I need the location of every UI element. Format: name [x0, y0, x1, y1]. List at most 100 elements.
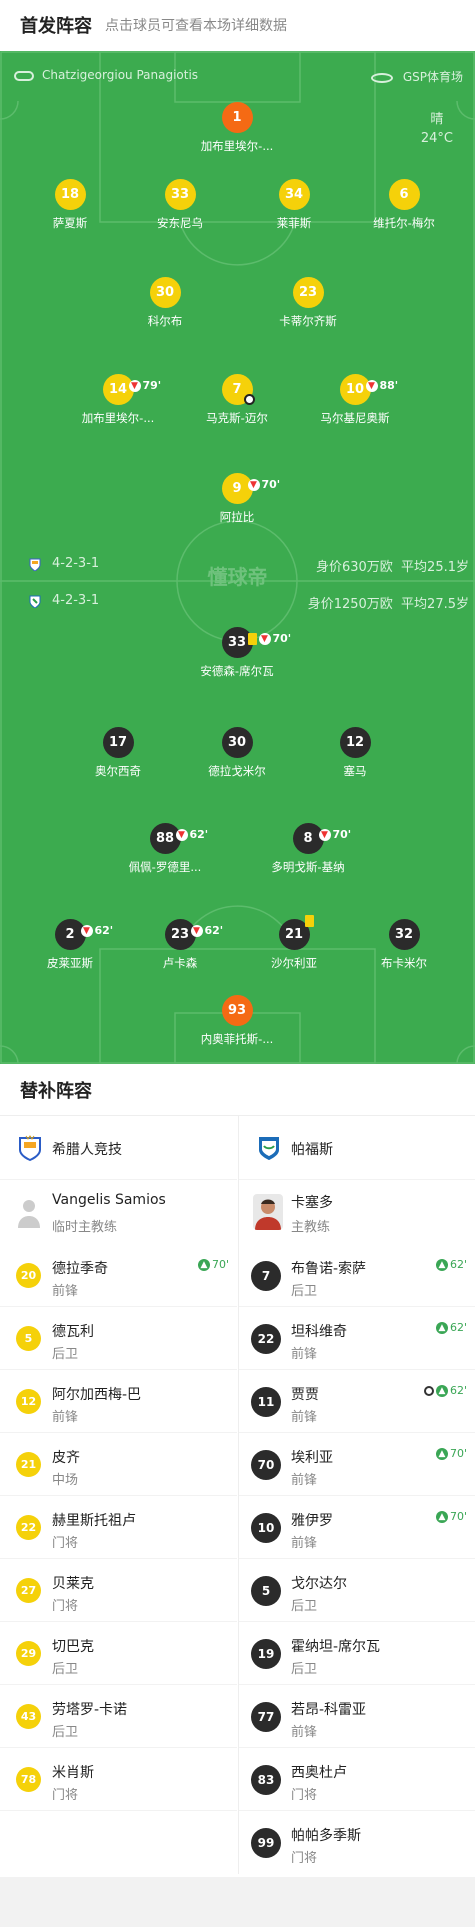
sub-player-row[interactable]: 99 帕帕多季斯 门将 [239, 1811, 475, 1874]
player-name: 马克斯-迈尔 [206, 411, 268, 425]
sub-out-event: ▼ 88' [365, 370, 398, 401]
player-number: 33 ▼ 70' [221, 627, 291, 658]
player-name: 安东尼乌 [157, 216, 203, 230]
sub-player-row[interactable]: 21 皮齐 中场 [0, 1433, 237, 1496]
away-team-badge-icon [28, 594, 42, 609]
sub-position: 前锋 [52, 1284, 79, 1299]
home-formation-text: 4-2-3-1 [52, 556, 100, 571]
sub-out-icon: ▼ [128, 379, 141, 392]
player-home-34[interactable]: 34 莱菲斯 [239, 179, 349, 231]
player-away-8[interactable]: 8 ▼ 70' 多明戈斯-基纳 [253, 823, 363, 875]
footer-spacer [0, 1877, 475, 1927]
player-number: 1 [221, 102, 253, 133]
player-name: 莱菲斯 [276, 216, 312, 230]
subs-title: 替补阵容 [20, 1081, 92, 1102]
player-number: 33 [164, 179, 196, 210]
sub-number: 21 [16, 1452, 41, 1477]
player-away-93[interactable]: 93 内奥菲托斯-... [182, 995, 292, 1047]
sub-player-row[interactable]: 19 霍纳坦-席尔瓦 后卫 [239, 1622, 475, 1685]
player-name: 安德森-席尔瓦 [200, 664, 274, 678]
sub-player-row[interactable]: 5 德瓦利 后卫 [0, 1307, 237, 1370]
player-number: 10 ▼ 88' [339, 374, 398, 405]
player-home-7[interactable]: 7 马克斯-迈尔 [182, 374, 292, 426]
sub-in-icon: ▲ [435, 1321, 448, 1334]
sub-name: 西奥杜卢 [291, 1765, 347, 1781]
player-number: 18 [54, 179, 86, 210]
sub-name: 赫里斯托祖卢 [52, 1513, 136, 1529]
sub-position: 前锋 [52, 1410, 79, 1425]
sub-name: 劳塔罗-卡诺 [52, 1702, 128, 1718]
sub-player-row[interactable]: 22 坦科维奇 前锋 ▲ 62' [239, 1307, 475, 1370]
sub-position: 门将 [52, 1788, 79, 1803]
sub-player-row[interactable]: 11 贾贾 前锋 ▲ 62' [239, 1370, 475, 1433]
player-away-30[interactable]: 30 德拉戈米尔 [182, 727, 292, 779]
sub-in-icon: ▲ [435, 1510, 448, 1523]
player-name: 德拉戈米尔 [208, 764, 266, 778]
player-away-12[interactable]: 12 塞马 [300, 727, 410, 779]
player-home-30[interactable]: 30 科尔布 [110, 277, 220, 329]
sub-name: 阿尔加西梅-巴 [52, 1387, 142, 1403]
sub-player-row[interactable]: 27 贝莱克 门将 [0, 1559, 237, 1622]
lineup-hint: 点击球员可查看本场详细数据 [105, 18, 287, 34]
player-home-18[interactable]: 18 萨夏斯 [15, 179, 125, 231]
sub-out-icon: ▼ [258, 632, 271, 645]
player-home-6[interactable]: 6 维托尔-梅尔 [349, 179, 459, 231]
player-home-23[interactable]: 23 卡蒂尔齐斯 [253, 277, 363, 329]
home-coach[interactable]: Vangelis Samios 临时主教练 [0, 1180, 237, 1244]
player-home-1[interactable]: 1 加布里埃尔-... [182, 102, 292, 154]
sub-name: 戈尔达尔 [291, 1576, 347, 1592]
pitch: Chatzigeorgiou Panagiotis GSP体育场 晴 24°C 懂… [0, 51, 475, 1064]
sub-name: 埃利亚 [291, 1450, 333, 1466]
sub-number: 5 [251, 1576, 281, 1606]
sub-player-row[interactable]: 22 赫里斯托祖卢 门将 [0, 1496, 237, 1559]
weather: 晴 24°C [421, 110, 453, 148]
sub-position: 门将 [52, 1599, 79, 1614]
player-home-33[interactable]: 33 安东尼乌 [125, 179, 235, 231]
sub-player-row[interactable]: 12 阿尔加西梅-巴 前锋 [0, 1370, 237, 1433]
player-name: 布卡米尔 [381, 956, 427, 970]
sub-number: 83 [251, 1765, 281, 1795]
player-away-23[interactable]: 23 ▼ 62' 卢卡森 [125, 919, 235, 971]
sub-name: 皮齐 [52, 1450, 80, 1466]
away-stats: 身价1250万欧 平均27.5岁 [308, 593, 469, 612]
sub-out-event: ▼ 79' [128, 370, 161, 401]
sub-player-row[interactable]: 78 米肖斯 门将 [0, 1748, 237, 1811]
player-away-88[interactable]: 88 ▼ 62' 佩佩-罗德里... [110, 823, 220, 875]
sub-name: 德拉季奇 [52, 1261, 108, 1277]
whistle-icon [14, 70, 34, 81]
sub-out-icon: ▼ [318, 828, 331, 841]
sub-in-event: ▲ 70' [435, 1510, 467, 1523]
player-home-14[interactable]: 14 ▼ 79' 加布里埃尔-... [63, 374, 173, 426]
sub-position: 前锋 [291, 1410, 318, 1425]
sub-name: 霍纳坦-席尔瓦 [291, 1639, 381, 1655]
sub-player-row[interactable]: 70 埃利亚 前锋 ▲ 70' [239, 1433, 475, 1496]
sub-player-row[interactable]: 10 雅伊罗 前锋 ▲ 70' [239, 1496, 475, 1559]
player-away-21[interactable]: 21 沙尔利亚 [239, 915, 349, 971]
sub-position: 后卫 [52, 1725, 79, 1740]
sub-player-row[interactable]: 7 布鲁诺-索萨 后卫 ▲ 62' [239, 1244, 475, 1307]
player-away-2[interactable]: 2 ▼ 62' 皮莱亚斯 [15, 919, 125, 971]
sub-in-icon: ▲ [435, 1258, 448, 1271]
home-team-row[interactable]: 希腊人竞技 [0, 1116, 237, 1180]
player-number: 17 [102, 727, 134, 758]
player-away-33[interactable]: 33 ▼ 70' 安德森-席尔瓦 [182, 627, 292, 679]
sub-number: 5 [16, 1326, 41, 1351]
player-number: 6 [388, 179, 420, 210]
sub-out-event: ▼ 62' [190, 915, 223, 946]
sub-number: 77 [251, 1702, 281, 1732]
away-team-row[interactable]: 帕福斯 [239, 1116, 475, 1180]
sub-player-row[interactable]: 29 切巴克 后卫 [0, 1622, 237, 1685]
player-away-32[interactable]: 32 布卡米尔 [349, 919, 459, 971]
sub-number: 19 [251, 1639, 281, 1669]
player-away-17[interactable]: 17 奥尔西奇 [63, 727, 173, 779]
sub-player-row[interactable]: 43 劳塔罗-卡诺 后卫 [0, 1685, 237, 1748]
player-home-10[interactable]: 10 ▼ 88' 马尔基尼奥斯 [300, 374, 410, 426]
player-number: 8 ▼ 70' [292, 823, 351, 854]
sub-player-row[interactable]: 77 若昂-科雷亚 前锋 [239, 1685, 475, 1748]
sub-player-row[interactable]: 20 德拉季奇 前锋 ▲ 70' [0, 1244, 237, 1307]
event-markers [304, 915, 314, 927]
away-coach[interactable]: 卡塞多 主教练 [239, 1180, 475, 1244]
sub-player-row[interactable]: 5 戈尔达尔 后卫 [239, 1559, 475, 1622]
sub-player-row[interactable]: 83 西奥杜卢 门将 [239, 1748, 475, 1811]
player-home-9[interactable]: 9 ▼ 70' 阿拉比 [182, 473, 292, 525]
